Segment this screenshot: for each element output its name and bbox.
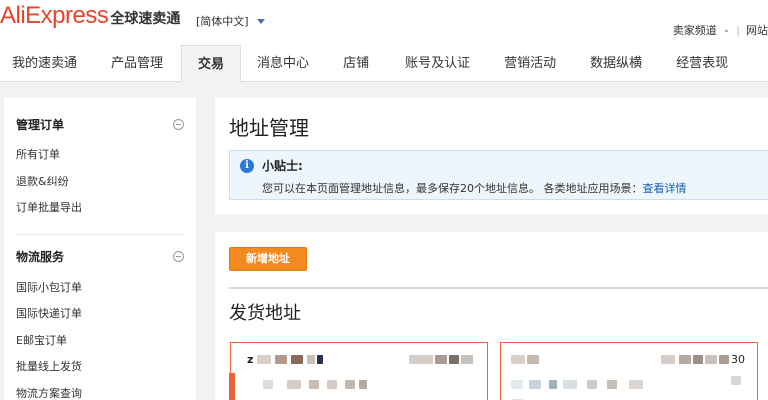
- redacted-text: [549, 380, 557, 389]
- sidebar-group-title: 物流服务: [16, 250, 65, 264]
- add-address-button[interactable]: 新增地址: [229, 247, 307, 271]
- redacted-text: [679, 355, 691, 364]
- sidebar-item-refunds[interactable]: 退款&纠纷: [16, 169, 184, 196]
- language-label: [简体中文]: [196, 15, 249, 28]
- redacted-text: [705, 355, 717, 364]
- card-accent: [229, 373, 235, 400]
- divider: |: [736, 23, 740, 37]
- address-name: z: [247, 353, 254, 366]
- redacted-text: [661, 355, 675, 364]
- divider: [229, 287, 768, 289]
- redacted-text: [511, 380, 523, 389]
- sidebar-item-intl-small-parcel[interactable]: 国际小包订单: [16, 275, 184, 302]
- tip-box: i 小贴士: 您可以在本页面管理地址信息，最多保存20个地址信息。 各类地址应用…: [229, 150, 768, 200]
- redacted-text: [629, 380, 643, 389]
- nav-my-aliexpress[interactable]: 我的速卖通: [0, 46, 89, 82]
- redacted-text: [607, 380, 617, 389]
- tip-text: 您可以在本页面管理地址信息，最多保存20个地址信息。 各类地址应用场景：查看详情: [262, 180, 687, 196]
- address-code: 30: [731, 353, 745, 366]
- redacted-text: [309, 380, 319, 389]
- top-right-links: 卖家频道 ⌄ | 网站: [673, 22, 768, 38]
- nav-marketing[interactable]: 营销活动: [492, 46, 568, 82]
- logo-subtitle: 全球速卖通: [110, 11, 181, 27]
- redacted-text: [527, 355, 539, 364]
- redacted-text: [563, 380, 577, 389]
- section-title: 发货地址: [229, 303, 301, 324]
- redacted-text: [275, 355, 287, 364]
- redacted-text: [587, 380, 597, 389]
- tip-title: 小贴士:: [262, 159, 303, 173]
- sidebar-group-logistics: 物流服务 国际小包订单 国际快递订单 E邮宝订单 批量线上发货 物流方案查询: [4, 235, 196, 400]
- sidebar-item-epacket[interactable]: E邮宝订单: [16, 328, 184, 355]
- redacted-text: [317, 355, 323, 364]
- nav-performance[interactable]: 经营表现: [664, 46, 740, 82]
- redacted-text: [307, 355, 315, 364]
- sidebar-item-intl-express[interactable]: 国际快递订单: [16, 301, 184, 328]
- nav-data[interactable]: 数据纵横: [578, 46, 654, 82]
- redacted-text: [731, 376, 741, 385]
- page-title: 地址管理: [229, 116, 309, 140]
- info-icon: i: [240, 159, 254, 173]
- redacted-text: [449, 355, 459, 364]
- collapse-icon[interactable]: [173, 251, 184, 262]
- tip-body: 您可以在本页面管理地址信息，最多保存20个地址信息。 各类地址应用场景：: [262, 182, 643, 195]
- sidebar-item-logistics-query[interactable]: 物流方案查询: [16, 381, 184, 400]
- sidebar-item-export[interactable]: 订单批量导出: [16, 195, 184, 222]
- nav-product-management[interactable]: 产品管理: [99, 46, 175, 82]
- main-nav: 我的速卖通 产品管理 交易 消息中心 店铺 账号及认证 营销活动 数据纵横 经营…: [0, 45, 768, 82]
- nav-account[interactable]: 账号及认证: [393, 46, 482, 82]
- redacted-text: [719, 355, 729, 364]
- sidebar-item-batch-ship[interactable]: 批量线上发货: [16, 354, 184, 381]
- redacted-text: [461, 355, 473, 364]
- redacted-text: [511, 355, 525, 364]
- language-selector[interactable]: [简体中文]: [196, 13, 265, 29]
- seller-channel-link[interactable]: 卖家频道: [673, 22, 717, 38]
- view-details-link[interactable]: 查看详情: [643, 182, 687, 195]
- top-header: AliExpress 全球速卖通 [简体中文] 卖家频道 ⌄ | 网站: [0, 0, 768, 46]
- redacted-text: [529, 380, 541, 389]
- nav-store[interactable]: 店铺: [331, 46, 381, 82]
- chevron-down-icon: [256, 18, 265, 24]
- redacted-text: [291, 355, 303, 364]
- sidebar: 管理订单 所有订单 退款&纠纷 订单批量导出 物流服务 国际小包订单 国际快递订…: [4, 98, 196, 400]
- redacted-text: [409, 355, 433, 364]
- redacted-text: [693, 355, 703, 364]
- redacted-text: [327, 380, 337, 389]
- sidebar-group-title: 管理订单: [16, 117, 65, 132]
- redacted-text: [263, 380, 273, 389]
- site-link[interactable]: 网站: [746, 22, 768, 38]
- sidebar-item-all-orders[interactable]: 所有订单: [16, 142, 184, 169]
- redacted-text: [287, 380, 301, 389]
- nav-transactions[interactable]: 交易: [181, 45, 242, 82]
- chevron-down-icon: ⌄: [722, 25, 731, 35]
- collapse-icon[interactable]: [173, 118, 184, 130]
- address-card[interactable]: 30: [500, 342, 758, 400]
- sidebar-group-orders: 管理订单 所有订单 退款&纠纷 订单批量导出: [4, 98, 196, 235]
- address-management-panel: 地址管理 i 小贴士: 您可以在本页面管理地址信息，最多保存20个地址信息。 各…: [215, 98, 768, 214]
- nav-messages[interactable]: 消息中心: [245, 46, 321, 82]
- logo-text: AliExpress: [0, 2, 109, 29]
- redacted-text: [257, 355, 271, 364]
- redacted-text: [359, 380, 367, 389]
- aliexpress-logo[interactable]: AliExpress 全球速卖通: [0, 2, 180, 30]
- redacted-text: [435, 355, 447, 364]
- address-card[interactable]: z: [229, 342, 488, 400]
- redacted-text: [345, 380, 355, 389]
